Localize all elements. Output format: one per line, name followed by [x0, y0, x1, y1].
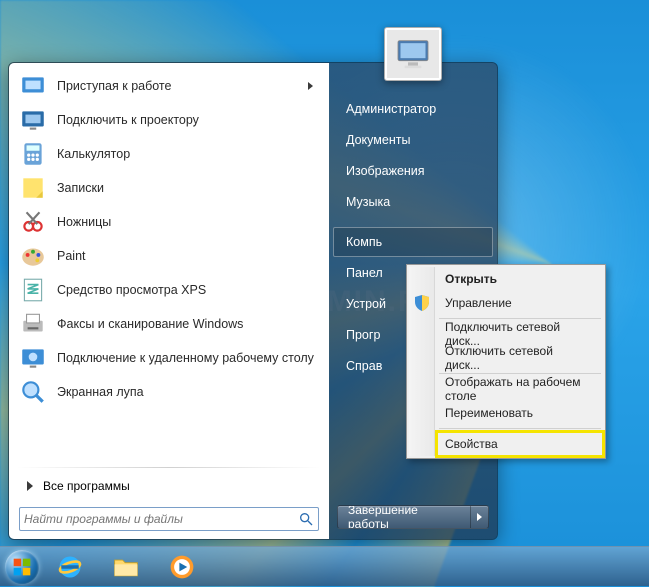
snipping-icon — [19, 208, 47, 236]
start-right-item[interactable]: Администратор — [333, 94, 493, 124]
all-programs-button[interactable]: Все программы — [15, 471, 323, 501]
search-input[interactable] — [24, 512, 298, 526]
ie-icon — [56, 553, 84, 581]
program-item[interactable]: Факсы и сканирование Windows — [15, 307, 323, 341]
search-row — [15, 501, 323, 533]
search-icon — [298, 511, 314, 527]
shutdown-options-arrow[interactable] — [470, 506, 488, 528]
programs-list: Приступая к работе Подключить к проектору… — [15, 69, 323, 464]
start-right-item[interactable]: Изображения — [333, 156, 493, 186]
program-label: Подключение к удаленному рабочему столу — [57, 351, 314, 365]
search-box[interactable] — [19, 507, 319, 531]
spacer — [329, 218, 497, 226]
folder-icon — [112, 553, 140, 581]
separator — [17, 467, 321, 468]
program-label: Факсы и сканирование Windows — [57, 317, 243, 331]
context-menu-item[interactable]: Открыть — [437, 267, 603, 291]
program-label: Приступая к работе — [57, 79, 171, 93]
program-label: Записки — [57, 181, 104, 195]
rdp-icon — [19, 344, 47, 372]
program-item[interactable]: Приступая к работе — [15, 69, 323, 103]
taskbar-mediaplayer-button[interactable] — [155, 550, 209, 584]
start-right-item[interactable]: Документы — [333, 125, 493, 155]
program-label: Paint — [57, 249, 86, 263]
start-right-item[interactable]: Компь — [333, 227, 493, 257]
taskbar-ie-button[interactable] — [43, 550, 97, 584]
start-menu-left-panel: Приступая к работе Подключить к проектору… — [9, 63, 329, 539]
media-player-icon — [168, 553, 196, 581]
program-item[interactable]: Подключить к проектору — [15, 103, 323, 137]
menu-separator — [439, 373, 601, 374]
start-button[interactable] — [2, 547, 42, 587]
context-menu-item[interactable]: Отображать на рабочем столе — [437, 377, 603, 401]
program-item[interactable]: Записки — [15, 171, 323, 205]
start-right-item[interactable]: Музыка — [333, 187, 493, 217]
shutdown-label: Завершение работы — [338, 506, 470, 528]
program-label: Ножницы — [57, 215, 111, 229]
program-item[interactable]: Ножницы — [15, 205, 323, 239]
xps-icon — [19, 276, 47, 304]
program-label: Калькулятор — [57, 147, 130, 161]
user-picture[interactable] — [384, 27, 442, 81]
triangle-right-icon — [27, 481, 33, 491]
projector-icon — [19, 106, 47, 134]
program-item[interactable]: Средство просмотра XPS — [15, 273, 323, 307]
program-item[interactable]: Подключение к удаленному рабочему столу — [15, 341, 323, 375]
program-label: Подключить к проектору — [57, 113, 199, 127]
program-item[interactable]: Paint — [15, 239, 323, 273]
all-programs-label: Все программы — [43, 479, 130, 493]
shutdown-row: Завершение работы — [329, 497, 497, 539]
magnifier-icon — [19, 378, 47, 406]
shutdown-button[interactable]: Завершение работы — [337, 505, 489, 529]
program-label: Средство просмотра XPS — [57, 283, 206, 297]
taskbar — [0, 546, 649, 586]
menu-separator — [439, 428, 601, 429]
program-item[interactable]: Калькулятор — [15, 137, 323, 171]
context-menu-item[interactable]: Отключить сетевой диск... — [437, 346, 603, 370]
windows-logo-icon — [12, 557, 32, 577]
program-label: Экранная лупа — [57, 385, 144, 399]
context-menu-item[interactable]: Свойства — [437, 432, 603, 456]
getting-started-icon — [19, 72, 47, 100]
context-menu-item[interactable]: Подключить сетевой диск... — [437, 322, 603, 346]
sticky-notes-icon — [19, 174, 47, 202]
menu-separator — [439, 318, 601, 319]
shield-icon — [413, 294, 431, 312]
calculator-icon — [19, 140, 47, 168]
taskbar-explorer-button[interactable] — [99, 550, 153, 584]
fax-icon — [19, 310, 47, 338]
context-menu-item[interactable]: Управление — [437, 291, 603, 315]
paint-icon — [19, 242, 47, 270]
context-menu-item[interactable]: Переименовать — [437, 401, 603, 425]
submenu-arrow-icon — [308, 82, 313, 90]
monitor-icon — [393, 34, 433, 74]
context-menu: ОткрытьУправление Подключить сетевой диск… — [406, 264, 606, 459]
program-item[interactable]: Экранная лупа — [15, 375, 323, 409]
